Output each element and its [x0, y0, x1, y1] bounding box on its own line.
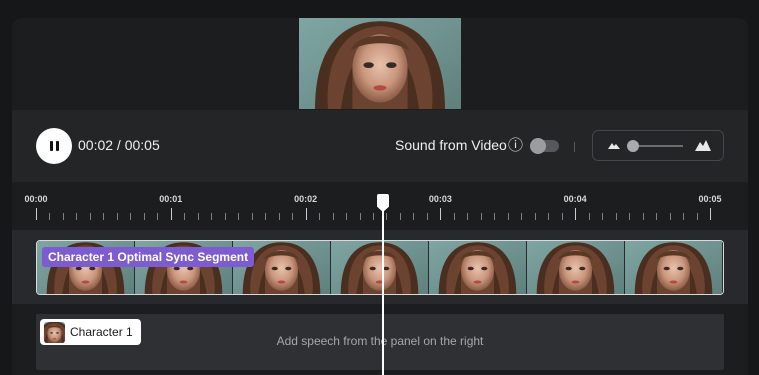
- ruler-tick: [157, 213, 159, 220]
- ruler-tick: [710, 208, 711, 220]
- ruler-tick: [696, 213, 698, 220]
- ruler-tick: [561, 213, 563, 220]
- toggle-knob: [530, 138, 546, 154]
- ruler-tick: [413, 213, 415, 220]
- ruler-tick: [265, 213, 267, 220]
- ruler-tick: [224, 213, 226, 220]
- ruler-tick: [170, 208, 172, 220]
- ruler-tick: [332, 213, 334, 220]
- ruler-tick: [642, 213, 644, 220]
- video-frame-thumbnail: [625, 241, 723, 294]
- ruler-tick: [197, 213, 199, 220]
- ruler-tick: [534, 213, 536, 220]
- ruler-label: 00:05: [698, 194, 722, 204]
- ruler-tick: [103, 213, 105, 220]
- ruler-tick: [615, 213, 617, 220]
- ruler-tick: [143, 213, 145, 220]
- ruler-tick: [238, 213, 240, 220]
- volume-slider-knob[interactable]: [627, 140, 639, 152]
- ruler-tick: [386, 213, 388, 220]
- sound-from-video-label: Sound from Video: [395, 137, 507, 153]
- mountain-small-icon: [608, 143, 620, 149]
- video-preview: [299, 18, 461, 109]
- ruler-tick: [36, 208, 37, 220]
- video-track: Character 1 Optimal Sync Segment: [12, 230, 748, 304]
- video-frame-thumbnail: [527, 241, 625, 294]
- ruler-tick: [440, 208, 442, 220]
- sound-toggle[interactable]: [530, 138, 559, 154]
- ruler-tick: [292, 213, 294, 220]
- ruler-tick: [588, 213, 590, 220]
- ruler-tick: [278, 213, 280, 220]
- ruler-tick: [548, 213, 550, 220]
- current-time: 00:02: [78, 137, 114, 153]
- ruler-tick: [669, 213, 671, 220]
- info-icon[interactable]: ⓘ: [508, 138, 523, 153]
- ruler-tick: [211, 213, 213, 220]
- ruler-label: 00:02: [294, 194, 318, 204]
- ruler-tick: [602, 213, 604, 220]
- ruler-tick: [683, 213, 685, 220]
- ruler-tick: [251, 213, 253, 220]
- playback-controls: 00:02 / 00:05 Sound from Video ⓘ: [12, 110, 748, 182]
- ruler-tick: [399, 213, 401, 220]
- ruler-tick: [76, 213, 78, 220]
- character-name: Character 1: [70, 325, 133, 339]
- ruler-tick: [184, 213, 186, 220]
- ruler-tick: [467, 213, 469, 220]
- preview-area: [12, 18, 748, 110]
- pause-button[interactable]: [36, 128, 72, 164]
- time-separator: /: [113, 137, 125, 153]
- avatar: [44, 321, 65, 343]
- ruler-tick: [575, 208, 577, 220]
- ruler-tick: [346, 213, 348, 220]
- video-frame-thumbnail: [429, 241, 527, 294]
- sync-segment[interactable]: Character 1 Optimal Sync Segment: [36, 240, 724, 295]
- mountain-large-icon: [695, 140, 711, 151]
- ruler-tick: [49, 213, 51, 220]
- ruler-tick: [656, 213, 658, 220]
- ruler-label: 00:01: [159, 194, 183, 204]
- pause-icon: [48, 141, 60, 151]
- divider: [574, 142, 575, 152]
- ruler-tick: [319, 213, 321, 220]
- ruler-tick: [494, 213, 496, 220]
- ruler-tick: [62, 213, 64, 220]
- ruler-tick: [116, 213, 118, 220]
- segment-label: Character 1 Optimal Sync Segment: [42, 247, 255, 267]
- character-chip[interactable]: Character 1: [40, 319, 141, 345]
- total-time: 00:05: [124, 137, 160, 153]
- ruler-tick: [521, 213, 523, 220]
- ruler-tick: [373, 213, 374, 220]
- ruler-tick: [130, 213, 132, 220]
- ruler-tick: [629, 213, 631, 220]
- ruler-label: 00:00: [24, 194, 48, 204]
- ruler-tick: [507, 213, 509, 220]
- audio-track[interactable]: Add speech from the panel on the right C…: [36, 314, 724, 370]
- volume-control: [592, 130, 724, 161]
- ruler-tick: [89, 213, 91, 220]
- time-display: 00:02 / 00:05: [78, 137, 160, 153]
- ruler-tick: [480, 213, 482, 220]
- ruler-tick: [453, 213, 455, 220]
- video-frame-thumbnail: [331, 241, 429, 294]
- ruler-label: 00:03: [428, 194, 452, 204]
- ruler-tick: [426, 213, 428, 220]
- ruler-tick: [305, 208, 307, 220]
- ruler-tick: [359, 213, 361, 220]
- playhead-line: [382, 206, 384, 375]
- ruler-label: 00:04: [563, 194, 587, 204]
